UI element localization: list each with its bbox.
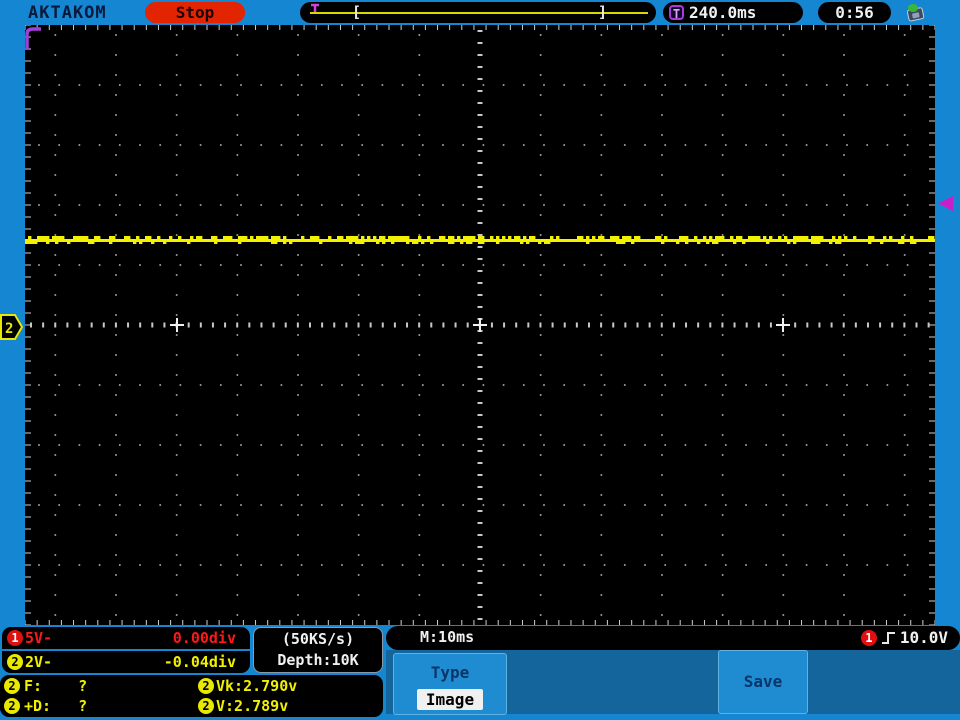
measure-v-value: V:2.789v: [216, 697, 288, 715]
channel-settings-box: 1 5V- 0.00div 2 2V- -0.04div: [2, 627, 250, 673]
trigger-time-readout: T 240.0ms: [663, 2, 803, 23]
usb-storage-icon: [903, 2, 929, 23]
rising-edge-icon: [881, 630, 896, 646]
channel1-badge: 1: [7, 630, 23, 646]
channel2-settings-row: 2 2V- -0.04div: [2, 651, 250, 673]
channel1-scale: 5V-: [25, 629, 52, 647]
type-selected-value[interactable]: Image: [417, 689, 483, 710]
graticule-grid: [25, 25, 935, 625]
trigger-position-t-icon: [310, 3, 320, 12]
ch2-trace: [25, 236, 935, 244]
measurement-row: 2 F: ? 2 Vk:2.790v: [0, 676, 383, 696]
type-button-label: Type: [394, 663, 506, 682]
channel1-position: 0.00div: [173, 629, 236, 647]
brand-logo: AKTAKOM: [28, 3, 107, 23]
measure-ch2-badge: 2: [4, 698, 20, 714]
measure-ch2-badge: 2: [198, 678, 214, 694]
channel2-badge: 2: [7, 654, 23, 670]
type-button[interactable]: Type Image: [393, 653, 507, 715]
channel2-position-marker[interactable]: 2: [0, 314, 24, 341]
sample-rate-box: (50KS/s) Depth:10K: [253, 627, 383, 673]
acquisition-status-badge: Stop: [145, 2, 245, 23]
svg-text:2: 2: [5, 321, 13, 337]
window-bracket-left-icon: [: [352, 3, 361, 22]
trigger-level-arrow-icon[interactable]: [937, 195, 954, 212]
trigger-position-bar: [ ]: [300, 2, 656, 23]
trigger-time-value: 240.0ms: [689, 3, 756, 22]
trigger-point-corner-icon: [25, 26, 43, 50]
measurement-row: 2 +D: ? 2 V:2.789v: [0, 696, 383, 716]
measure-ch2-badge: 2: [4, 678, 20, 694]
trigger-level-value: 10.0V: [900, 628, 948, 647]
measure-duty: +D: ?: [24, 697, 87, 715]
measure-ch2-badge: 2: [198, 698, 214, 714]
memory-depth: Depth:10K: [254, 650, 382, 671]
channel1-settings-row: 1 5V- 0.00div: [2, 627, 250, 649]
measure-frequency: F: ?: [24, 677, 87, 695]
trigger-source-badge: 1: [861, 630, 877, 646]
trigger-t-icon: T: [669, 5, 684, 20]
save-button[interactable]: Save: [718, 650, 808, 714]
channel2-scale: 2V-: [25, 653, 52, 671]
window-bracket-right-icon: ]: [598, 3, 607, 22]
channel2-position: -0.04div: [164, 653, 236, 671]
timebase-readout: M:10ms: [420, 628, 474, 646]
oscilloscope-screen: AKTAKOM Stop [ ] T 240.0ms 0:56 2: [0, 0, 960, 720]
measure-vk-value: Vk:2.790v: [216, 677, 297, 695]
timebase-trigger-strip: M:10ms 1 10.0V: [386, 626, 960, 650]
trigger-readout: 1 10.0V: [861, 628, 948, 647]
sample-rate: (50KS/s): [254, 629, 382, 650]
measurements-box: 2 F: ? 2 Vk:2.790v 2 +D: ? 2 V:2.789v: [0, 675, 383, 717]
waveform-display: [25, 25, 935, 625]
clock-readout: 0:56: [818, 2, 891, 23]
softkey-menu: Type Image Save: [386, 650, 960, 714]
